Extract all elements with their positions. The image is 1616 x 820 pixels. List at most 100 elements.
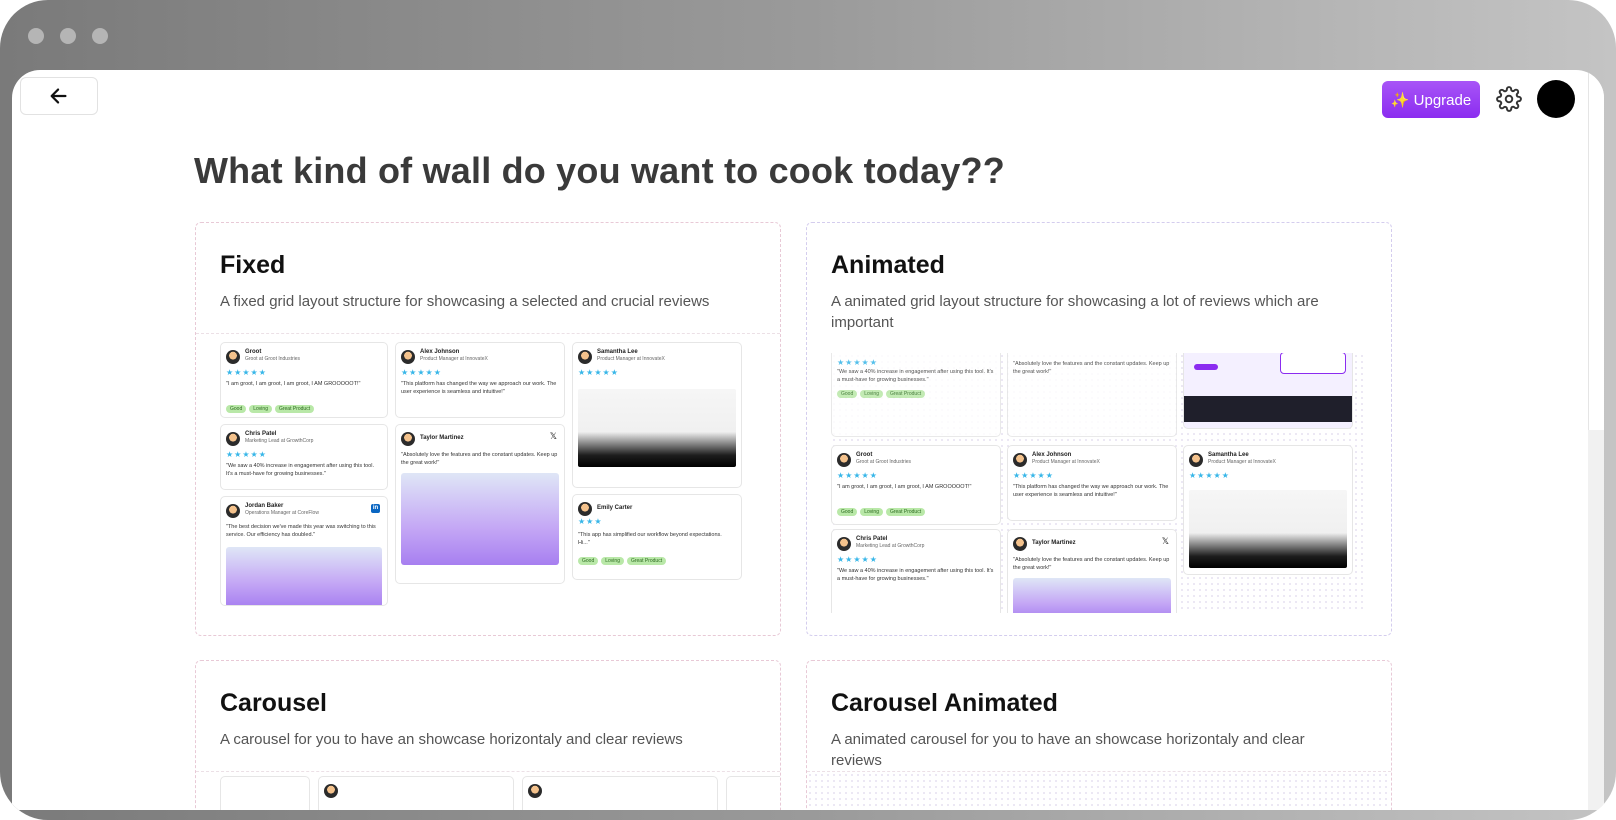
review-card: Taylor Martinez 𝕏 "Absolutely love the f…	[1007, 529, 1177, 613]
chat-button	[1194, 364, 1218, 370]
card-title: Carousel	[220, 689, 327, 717]
review-text: "The best decision we've made this year …	[226, 524, 376, 538]
review-image	[226, 547, 382, 605]
reviewer-name: Taylor Martinez	[1032, 540, 1076, 546]
reviewer-role: Product Manager at InnovateX	[597, 356, 665, 362]
avatar	[226, 350, 240, 364]
avatar	[578, 350, 592, 364]
viewport: ✨ Upgrade What kind of wall do you want …	[12, 70, 1604, 810]
reviewer-name: Groot	[856, 452, 873, 458]
user-avatar[interactable]	[1537, 80, 1575, 118]
review-card: Jordan Baker Operations Manager at CoreF…	[220, 496, 388, 606]
review-card: "Absolutely love the features and the co…	[1007, 353, 1177, 437]
tag: Great Product	[885, 390, 926, 398]
star-rating: ★★★★★	[837, 471, 878, 480]
review-card: Emily Carter ★★★ "This app has simplifie…	[572, 494, 742, 580]
avatar	[1013, 453, 1027, 467]
x-logo-icon: 𝕏	[1161, 536, 1169, 546]
review-card: Chris Patel Marketing Lead at GrowthCorp…	[220, 424, 388, 490]
tag: Great Product	[626, 557, 667, 565]
review-text: "This platform has changed the way we ap…	[1013, 484, 1169, 498]
review-image	[401, 473, 559, 565]
reviewer-role: Product Manager at InnovateX	[1208, 459, 1276, 465]
review-card: Samantha Lee Product Manager at Innovate…	[572, 342, 742, 488]
reviewer-role: Groot at Groot Industries	[245, 356, 301, 362]
avatar	[1013, 537, 1027, 551]
review-text: "Absolutely love the features and the co…	[1013, 361, 1170, 375]
arrow-left-icon	[50, 88, 67, 104]
review-card	[1183, 353, 1353, 429]
tag: Good	[837, 390, 858, 398]
tag-list: Good Loving Great Product	[837, 508, 926, 516]
reviewer-name: Samantha Lee	[1208, 452, 1249, 458]
star-rating: ★★★★★	[226, 368, 267, 377]
reviewer-role: Marketing Lead at GrowthCorp	[856, 543, 925, 549]
card-title: Carousel Animated	[831, 689, 1058, 717]
tag: Great Product	[885, 508, 926, 516]
reviewer-name: Samantha Lee	[597, 349, 638, 355]
star-rating: ★★★★★	[226, 450, 267, 459]
close-dot[interactable]	[28, 28, 44, 44]
card-description: A animated grid layout structure for sho…	[831, 293, 1319, 331]
tag-list: Good Loving Great Product	[578, 557, 667, 565]
tag: Good	[226, 405, 247, 413]
reviewer-name: Chris Patel	[856, 536, 888, 542]
review-card	[726, 776, 780, 810]
card-animated[interactable]: Animated A animated grid layout structur…	[806, 222, 1392, 636]
review-text: "We saw a 40% increase in engagement aft…	[837, 369, 994, 383]
avatar	[837, 453, 851, 467]
avatar	[324, 784, 338, 798]
dark-strip	[1184, 396, 1352, 422]
top-bar: ✨ Upgrade	[12, 70, 1604, 130]
avatar	[837, 537, 851, 551]
review-image	[1013, 578, 1171, 613]
x-logo-icon: 𝕏	[549, 431, 557, 441]
reviewer-name: Groot	[245, 349, 262, 355]
review-text: "We saw a 40% increase in engagement aft…	[226, 463, 374, 477]
review-card: Alex Johnson Product Manager at Innovate…	[1007, 445, 1177, 521]
reviewer-name: Taylor Martinez	[420, 435, 464, 441]
browser-frame: ✨ Upgrade What kind of wall do you want …	[0, 0, 1616, 820]
star-rating: ★★★★★	[1189, 471, 1230, 480]
avatar	[226, 432, 240, 446]
star-rating: ★★★★★	[837, 358, 878, 367]
reviewer-name: Alex Johnson	[1032, 452, 1072, 458]
review-text: "Absolutely love the features and the co…	[401, 452, 558, 466]
tag: Loving	[601, 557, 624, 565]
card-description: A animated carousel for you to have an s…	[831, 731, 1305, 769]
chat-bubble	[1280, 353, 1346, 374]
reviewer-name: Alex Johnson	[420, 349, 460, 355]
card-title: Fixed	[220, 251, 286, 279]
avatar	[528, 784, 542, 798]
review-video	[1189, 490, 1347, 568]
review-card: Chris Patel Marketing Lead at GrowthCorp…	[831, 529, 1001, 613]
review-card	[522, 776, 718, 810]
minimize-dot[interactable]	[60, 28, 76, 44]
scrollbar-track[interactable]	[1588, 430, 1604, 810]
review-card	[318, 776, 514, 810]
tag: Good	[578, 557, 599, 565]
avatar	[1189, 453, 1203, 467]
back-button[interactable]	[20, 77, 98, 115]
window-controls	[28, 28, 108, 44]
tag: Great Product	[274, 405, 315, 413]
maximize-dot[interactable]	[92, 28, 108, 44]
review-card: Alex Johnson Product Manager at Innovate…	[395, 342, 565, 418]
review-card: Samantha Lee Product Manager at Innovate…	[1183, 445, 1353, 575]
fixed-preview: Groot Groot at Groot Industries ★★★★★ "I…	[196, 333, 780, 635]
review-card: Groot Groot at Groot Industries ★★★★★ "I…	[831, 445, 1001, 525]
page-title: What kind of wall do you want to cook to…	[194, 150, 1005, 191]
review-text: "This platform has changed the way we ap…	[401, 381, 557, 395]
gear-icon[interactable]	[1496, 86, 1522, 112]
card-carousel[interactable]: Carousel A carousel for you to have an s…	[195, 660, 781, 810]
reviewer-name: Chris Patel	[245, 431, 277, 437]
card-fixed[interactable]: Fixed A fixed grid layout structure for …	[195, 222, 781, 636]
tag: Loving	[860, 390, 883, 398]
review-text: "Absolutely love the features and the co…	[1013, 557, 1170, 571]
card-carousel-animated[interactable]: Carousel Animated A animated carousel fo…	[806, 660, 1392, 810]
avatar	[578, 502, 592, 516]
preview-fade	[196, 611, 780, 635]
reviewer-role: Product Manager at InnovateX	[1032, 459, 1100, 465]
upgrade-button[interactable]: ✨ Upgrade	[1382, 81, 1480, 118]
reviewer-name: Emily Carter	[597, 505, 633, 511]
